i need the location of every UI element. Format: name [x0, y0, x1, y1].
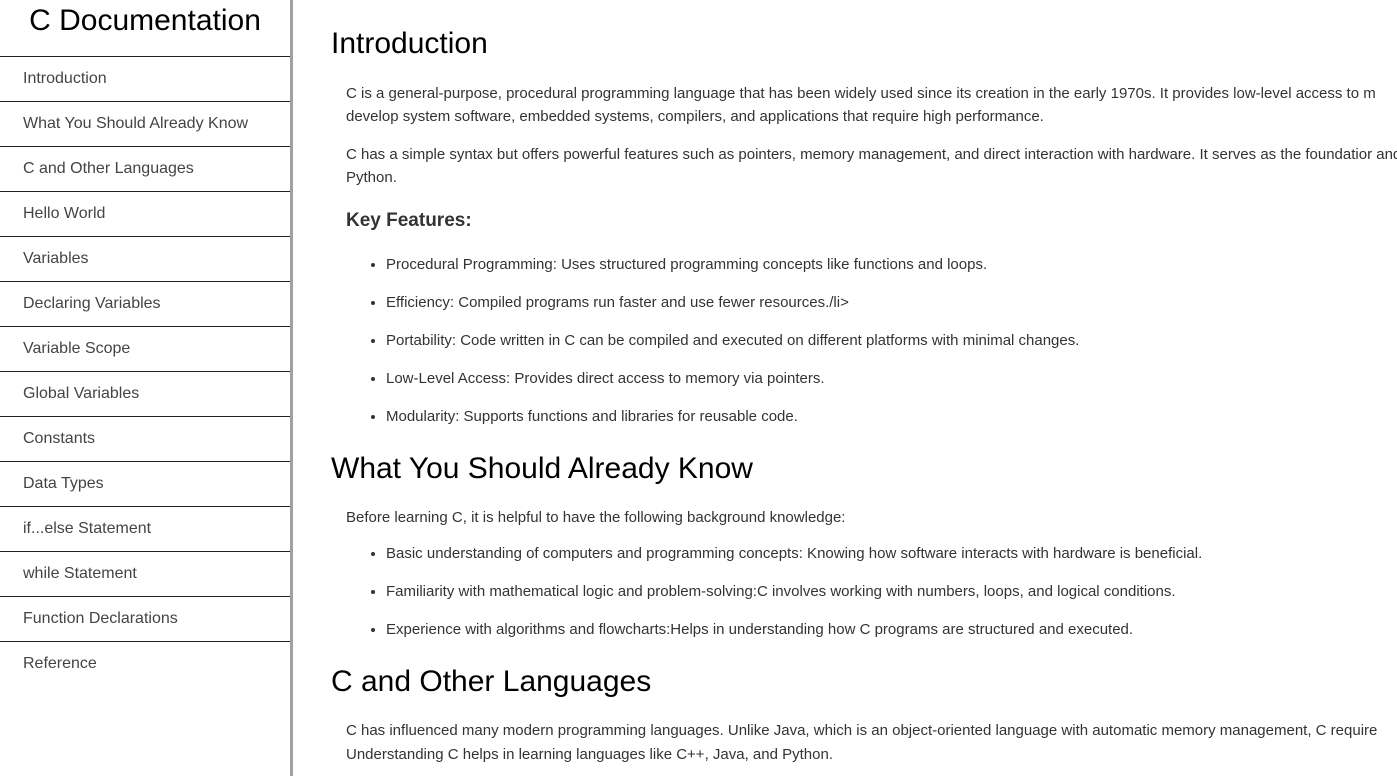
- list-item: Low-Level Access: Provides direct access…: [386, 370, 1386, 388]
- section-introduction: Introduction C is a general-purpose, pro…: [331, 27, 1397, 426]
- list-item: Familiarity with mathematical logic and …: [386, 583, 1386, 601]
- key-features-list: Procedural Programming: Uses structured …: [331, 256, 1386, 426]
- sidebar-header: C Documentation: [0, 0, 290, 57]
- list-item: Efficiency: Compiled programs run faster…: [386, 294, 1386, 312]
- sidebar-item-if-else-statement[interactable]: if...else Statement: [0, 507, 290, 552]
- section-what-you-should-already-know: What You Should Already Know Before lear…: [331, 452, 1397, 639]
- sidebar-item-function-declarations[interactable]: Function Declarations: [0, 597, 290, 642]
- sidebar-item-data-types[interactable]: Data Types: [0, 462, 290, 507]
- sidebar-item-reference[interactable]: Reference: [0, 642, 290, 686]
- background-knowledge-list: Basic understanding of computers and pro…: [331, 545, 1386, 639]
- section-c-and-other-languages: C and Other Languages C has influenced m…: [331, 665, 1397, 767]
- list-item: Basic understanding of computers and pro…: [386, 545, 1386, 563]
- list-item: Modularity: Supports functions and libra…: [386, 408, 1386, 426]
- other-paragraph-1: C has influenced many modern programming…: [346, 722, 1378, 763]
- sidebar-item-while-statement[interactable]: while Statement: [0, 552, 290, 597]
- sidebar-title: C Documentation: [29, 4, 261, 37]
- sidebar-item-variables[interactable]: Variables: [0, 237, 290, 282]
- list-item: Experience with algorithms and flowchart…: [386, 621, 1386, 639]
- intro-paragraph-1: C is a general-purpose, procedural progr…: [346, 85, 1376, 125]
- intro-paragraph-2: C has a simple syntax but offers powerfu…: [346, 146, 1397, 186]
- sidebar-item-constants[interactable]: Constants: [0, 417, 290, 462]
- sidebar-item-introduction[interactable]: Introduction: [0, 57, 290, 102]
- key-features-heading: Key Features:: [346, 210, 472, 231]
- nav-list: Introduction What You Should Already Kno…: [0, 57, 290, 686]
- sidebar-item-what-you-should-already-know[interactable]: What You Should Already Know: [0, 102, 290, 147]
- list-item: Portability: Code written in C can be co…: [386, 332, 1386, 350]
- sidebar-item-c-and-other-languages[interactable]: C and Other Languages: [0, 147, 290, 192]
- section-heading-introduction: Introduction: [331, 27, 488, 60]
- sidebar-item-hello-world[interactable]: Hello World: [0, 192, 290, 237]
- sidebar-item-global-variables[interactable]: Global Variables: [0, 372, 290, 417]
- sidebar: C Documentation Introduction What You Sh…: [0, 0, 293, 776]
- section-heading-c-and-other-languages: C and Other Languages: [331, 665, 652, 698]
- list-item: Procedural Programming: Uses structured …: [386, 256, 1386, 274]
- main-content: Introduction C is a general-purpose, pro…: [293, 0, 1397, 776]
- sidebar-item-declaring-variables[interactable]: Declaring Variables: [0, 282, 290, 327]
- sidebar-item-variable-scope[interactable]: Variable Scope: [0, 327, 290, 372]
- section-heading-what-you-should-already-know: What You Should Already Know: [331, 452, 753, 485]
- know-paragraph-1: Before learning C, it is helpful to have…: [346, 509, 846, 526]
